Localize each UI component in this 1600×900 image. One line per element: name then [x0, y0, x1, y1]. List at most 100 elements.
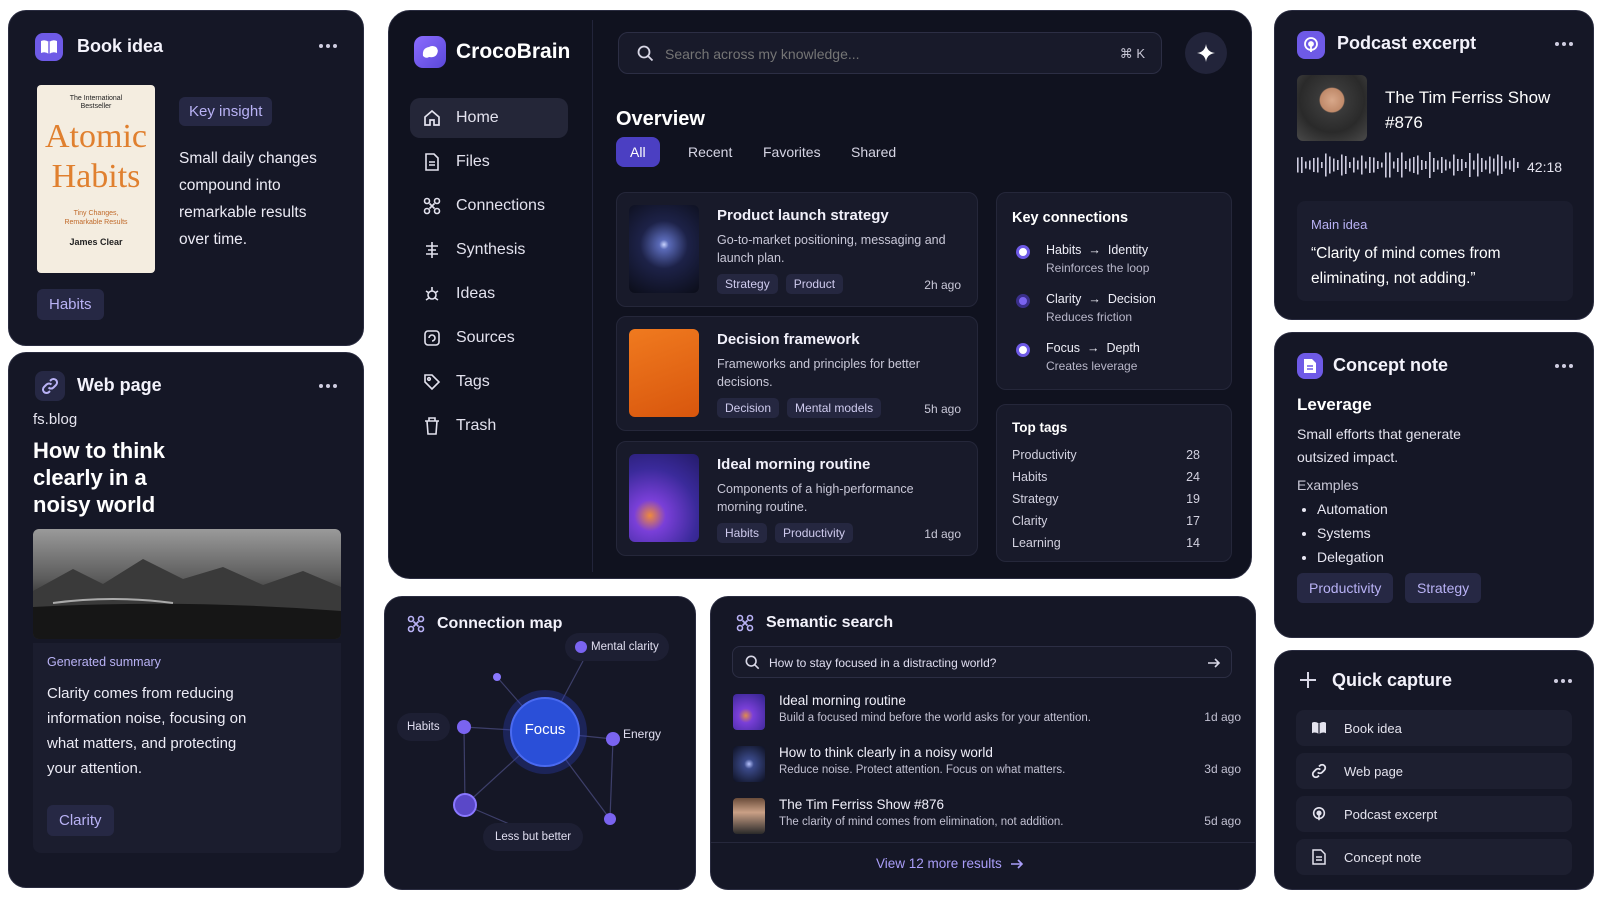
sidebar-item-home[interactable]: Home [410, 98, 568, 138]
ai-assist-button[interactable] [1185, 32, 1227, 74]
tag-strategy[interactable]: Strategy [1405, 573, 1482, 603]
arrow-right-icon[interactable] [1207, 656, 1221, 670]
sidebar-item-label: Sources [456, 329, 515, 346]
search-result[interactable]: How to think clearly in a noisy world Re… [733, 742, 1241, 790]
top-tag-row[interactable]: Learning 14 [1012, 536, 1200, 550]
example-item: Delegation [1317, 545, 1388, 569]
node-energy[interactable]: Energy [623, 727, 661, 741]
tab-all[interactable]: All [616, 137, 660, 167]
search-result[interactable]: The Tim Ferriss Show #876 The clarity of… [733, 794, 1241, 842]
more-options-icon[interactable] [1555, 39, 1577, 49]
top-tag-row[interactable]: Productivity 28 [1012, 448, 1200, 462]
waveform-bar [1473, 160, 1475, 170]
node-focus[interactable]: Focus [513, 721, 577, 738]
tag-count: 17 [1186, 514, 1200, 528]
note-icon [1310, 848, 1328, 866]
top-tag-row[interactable]: Clarity 17 [1012, 514, 1200, 528]
podcast-quote: “Clarity of mind comes from eliminating,… [1311, 245, 1501, 287]
waveform-bar [1417, 155, 1419, 175]
node-mental-clarity[interactable]: Mental clarity [565, 633, 669, 661]
semantic-query-field[interactable]: How to stay focused in a distracting wor… [732, 646, 1232, 678]
quick-capture-concept-note[interactable]: Concept note [1296, 839, 1572, 875]
web-domain: fs.blog [33, 411, 78, 428]
waveform-bar [1505, 161, 1507, 169]
podcast-card[interactable]: Podcast excerpt The Tim Ferriss Show #87… [1274, 10, 1594, 320]
card-description: Go-to-market positioning, messaging and … [717, 233, 946, 265]
node-less-but-better[interactable]: Less but better [483, 823, 584, 851]
card-tag[interactable]: Strategy [717, 274, 778, 294]
cover-kicker: The International Bestseller [69, 95, 123, 110]
tag-habits[interactable]: Habits [37, 289, 104, 320]
top-tag-row[interactable]: Strategy 19 [1012, 492, 1200, 506]
waveform-bar [1401, 152, 1403, 178]
waveform-bar [1433, 158, 1435, 172]
waveform-bar [1453, 154, 1455, 176]
search-input[interactable] [665, 43, 1085, 65]
more-options-icon[interactable] [1554, 676, 1576, 686]
main-idea-label: Main idea [1311, 217, 1368, 232]
sidebar-item-label: Home [456, 109, 499, 126]
quick-capture-label: Web page [1344, 763, 1404, 779]
tag-icon [422, 372, 442, 392]
more-options-icon[interactable] [319, 41, 341, 51]
waveform-bar [1393, 161, 1395, 169]
waveform-bar [1489, 156, 1491, 174]
tab-favorites[interactable]: Favorites [763, 137, 821, 167]
overview-card[interactable]: Decision framework Frameworks and princi… [616, 316, 978, 431]
quick-capture-web-page[interactable]: Web page [1296, 753, 1572, 789]
sidebar-item-synthesis[interactable]: Synthesis [410, 230, 568, 270]
tag-clarity[interactable]: Clarity [47, 805, 114, 836]
sidebar-item-connections[interactable]: Connections [410, 186, 568, 226]
search-bar[interactable]: ⌘ K [618, 32, 1162, 74]
podcast-duration: 42:18 [1527, 159, 1563, 175]
sidebar-item-trash[interactable]: Trash [410, 406, 568, 446]
web-headline[interactable]: How to think clearly in a noisy world [33, 437, 193, 518]
sidebar-item-files[interactable]: Files [410, 142, 568, 182]
search-icon [637, 45, 654, 62]
top-tag-row[interactable]: Habits 24 [1012, 470, 1200, 484]
concept-note-card[interactable]: Concept note Leverage Small efforts that… [1274, 332, 1594, 638]
cover-subtitle: Tiny Changes, Remarkable Results [64, 210, 128, 226]
more-options-icon[interactable] [319, 381, 341, 391]
connection-map-card[interactable]: Connection map Focus Mental clarity Habi… [384, 596, 696, 890]
sidebar-item-sources[interactable]: Sources [410, 318, 568, 358]
web-page-card[interactable]: Web page fs.blog How to think clearly in… [8, 352, 364, 888]
search-result[interactable]: Ideal morning routine Build a focused mi… [733, 690, 1241, 738]
card-tag[interactable]: Productivity [775, 523, 854, 543]
trash-icon [422, 416, 442, 436]
result-title: The Tim Ferriss Show #876 [779, 797, 945, 812]
sidebar-item-ideas[interactable]: Ideas [410, 274, 568, 314]
audio-waveform[interactable] [1297, 149, 1521, 181]
graph-dot [493, 673, 501, 681]
tab-recent[interactable]: Recent [688, 137, 732, 167]
podcast-show-title[interactable]: The Tim Ferriss Show #876 [1385, 85, 1575, 135]
book-idea-card[interactable]: Book idea The International Bestseller A… [8, 10, 364, 346]
waveform-bar [1425, 161, 1427, 169]
tab-shared[interactable]: Shared [851, 137, 896, 167]
result-timestamp: 5d ago [1204, 814, 1241, 828]
sidebar-item-label: Ideas [456, 285, 496, 302]
connection-note: Reduces friction [1046, 310, 1133, 324]
waveform-bar [1477, 153, 1479, 177]
card-tag[interactable]: Habits [717, 523, 768, 543]
waveform-bar [1517, 162, 1519, 168]
cover-author: James Clear [69, 237, 123, 247]
quick-capture-podcast-excerpt[interactable]: Podcast excerpt [1296, 796, 1572, 832]
card-tag[interactable]: Mental models [787, 398, 882, 418]
card-tag[interactable]: Decision [717, 398, 780, 418]
view-more-link[interactable]: View 12 more results [876, 856, 1024, 871]
more-options-icon[interactable] [1555, 361, 1577, 371]
overview-card[interactable]: Product launch strategy Go-to-market pos… [616, 192, 978, 307]
semantic-query-text: How to stay focused in a distracting wor… [769, 656, 997, 670]
waveform-bar [1405, 161, 1407, 169]
concept-heading: Leverage [1297, 395, 1372, 414]
sidebar-item-tags[interactable]: Tags [410, 362, 568, 402]
card-tag[interactable]: Product [785, 274, 844, 294]
overview-card[interactable]: Ideal morning routine Components of a hi… [616, 441, 978, 556]
tag-productivity[interactable]: Productivity [1297, 573, 1394, 603]
waveform-bar [1469, 153, 1471, 177]
waveform-bar [1437, 160, 1439, 170]
quick-capture-book-idea[interactable]: Book idea [1296, 710, 1572, 746]
card-thumbnail [629, 329, 699, 417]
node-habits[interactable]: Habits [397, 713, 450, 741]
